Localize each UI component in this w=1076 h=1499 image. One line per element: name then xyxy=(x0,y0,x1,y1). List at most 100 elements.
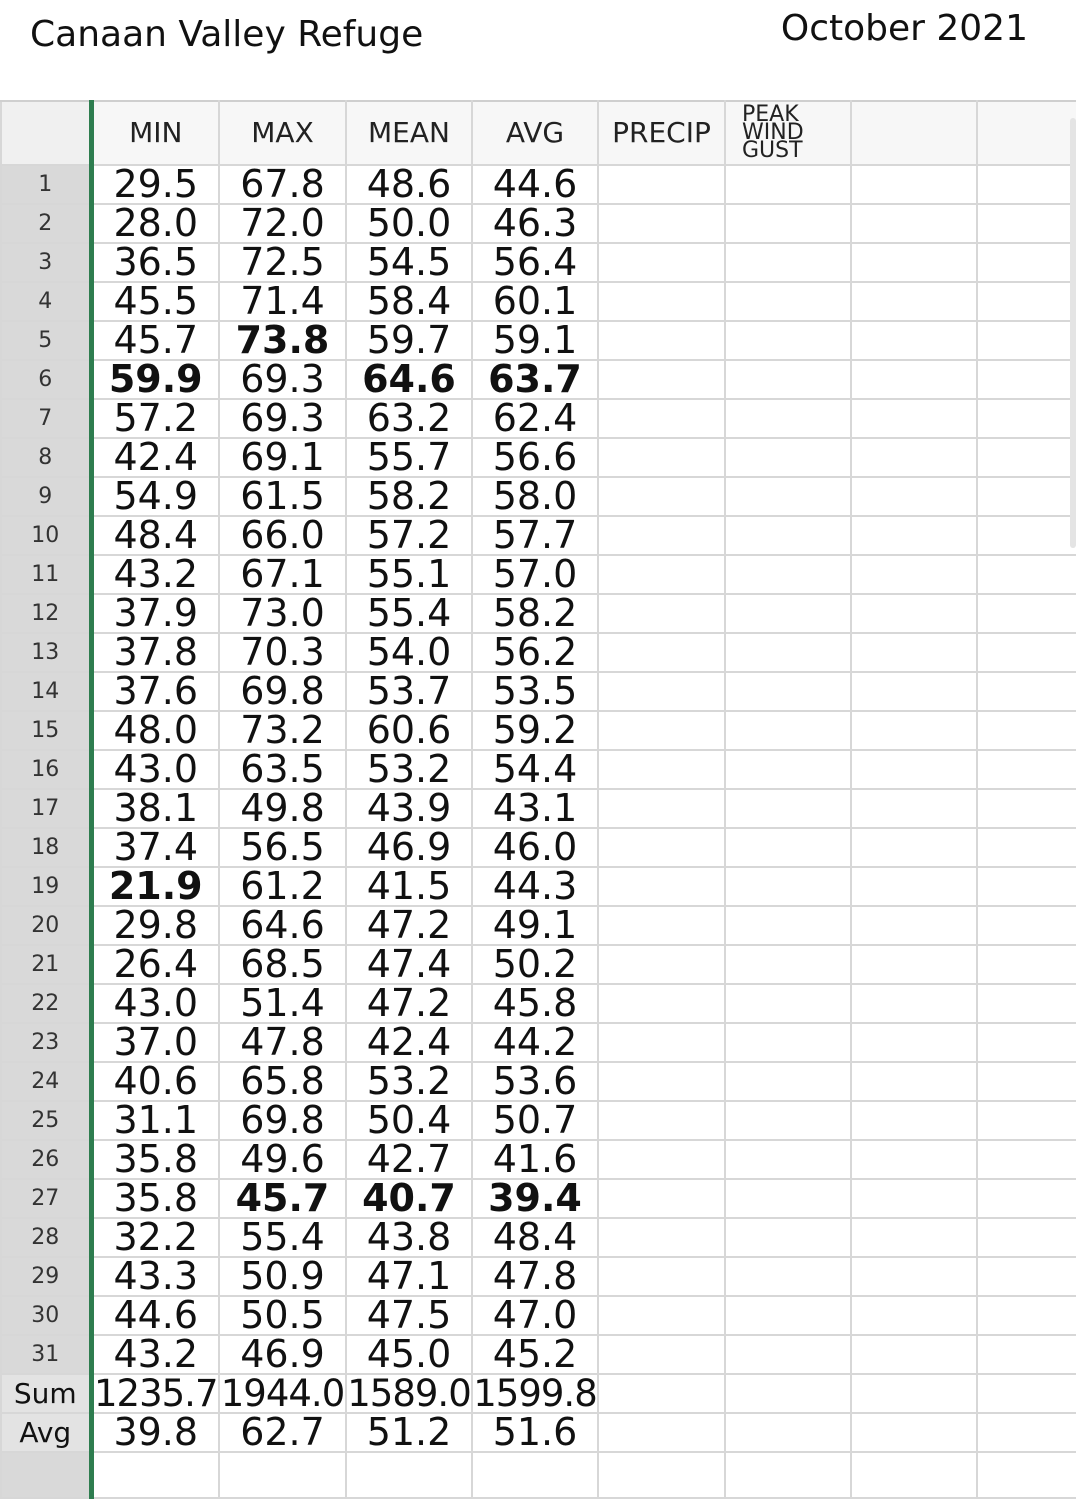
cell-mean[interactable]: 43.9 xyxy=(345,788,473,829)
empty-cell[interactable] xyxy=(597,359,726,400)
empty-cell[interactable] xyxy=(976,632,1076,673)
empty-cell[interactable] xyxy=(976,320,1076,361)
empty-cell[interactable] xyxy=(724,1217,852,1258)
row-number[interactable]: 18 xyxy=(0,827,94,868)
sum-mean[interactable]: 1589.0 xyxy=(345,1373,473,1414)
cell-min[interactable]: 35.8 xyxy=(90,1139,220,1180)
empty-cell[interactable] xyxy=(850,203,978,244)
cell-min[interactable]: 45.7 xyxy=(90,320,220,361)
empty-cell[interactable] xyxy=(976,476,1076,517)
cell-mean[interactable]: 46.9 xyxy=(345,827,473,868)
empty-cell[interactable] xyxy=(597,281,726,322)
cell-min[interactable]: 37.4 xyxy=(90,827,220,868)
row-number[interactable]: 5 xyxy=(0,320,94,361)
cell-avg[interactable]: 45.8 xyxy=(471,983,599,1024)
sum-max[interactable]: 1944.0 xyxy=(218,1373,347,1414)
empty-cell[interactable] xyxy=(976,1334,1076,1375)
cell-avg[interactable]: 57.7 xyxy=(471,515,599,556)
empty-cell[interactable] xyxy=(976,1139,1076,1180)
row-number[interactable]: 9 xyxy=(0,476,94,517)
cell-avg[interactable]: 44.6 xyxy=(471,164,599,205)
cell-min[interactable]: 44.6 xyxy=(90,1295,220,1336)
empty-cell[interactable] xyxy=(597,1022,726,1063)
cell-min[interactable]: 38.1 xyxy=(90,788,220,829)
cell-min[interactable]: 59.9 xyxy=(90,359,220,400)
empty-cell[interactable] xyxy=(850,476,978,517)
empty-cell[interactable] xyxy=(976,203,1076,244)
empty-cell[interactable] xyxy=(724,476,852,517)
cell-min[interactable]: 37.8 xyxy=(90,632,220,673)
empty-cell[interactable] xyxy=(724,1334,852,1375)
empty-cell[interactable] xyxy=(976,593,1076,634)
cell-min[interactable]: 43.0 xyxy=(90,983,220,1024)
cell-min[interactable]: 31.1 xyxy=(90,1100,220,1141)
empty-cell[interactable] xyxy=(597,866,726,907)
average-max[interactable]: 62.7 xyxy=(218,1412,347,1453)
empty-cell[interactable] xyxy=(850,788,978,829)
empty-cell[interactable] xyxy=(597,632,726,673)
cell-min[interactable]: 32.2 xyxy=(90,1217,220,1258)
empty-cell[interactable] xyxy=(597,905,726,946)
cell-max[interactable]: 69.3 xyxy=(218,359,347,400)
row-number[interactable]: 2 xyxy=(0,203,94,244)
sum-min[interactable]: 1235.7 xyxy=(90,1373,220,1414)
col-header-peak-wind-gust[interactable]: PEAK WIND GUST xyxy=(724,100,852,166)
cell-mean[interactable]: 57.2 xyxy=(345,515,473,556)
empty-cell[interactable] xyxy=(597,164,726,205)
col-header-max[interactable]: MAX xyxy=(218,100,347,166)
empty-cell[interactable] xyxy=(724,710,852,751)
empty-cell[interactable] xyxy=(976,866,1076,907)
empty-cell[interactable] xyxy=(976,1022,1076,1063)
cell-mean[interactable]: 53.2 xyxy=(345,1061,473,1102)
row-number[interactable]: 10 xyxy=(0,515,94,556)
empty-cell[interactable] xyxy=(850,749,978,790)
cell-mean[interactable]: 54.0 xyxy=(345,632,473,673)
empty-cell[interactable] xyxy=(597,476,726,517)
cell-mean[interactable]: 40.7 xyxy=(345,1178,473,1219)
col-header-mean[interactable]: MEAN xyxy=(345,100,473,166)
empty-cell[interactable] xyxy=(850,1295,978,1336)
cell-avg[interactable]: 54.4 xyxy=(471,749,599,790)
cell-avg[interactable]: 41.6 xyxy=(471,1139,599,1180)
cell-max[interactable]: 64.6 xyxy=(218,905,347,946)
cell-max[interactable]: 67.8 xyxy=(218,164,347,205)
empty-cell[interactable] xyxy=(597,203,726,244)
empty-cell[interactable] xyxy=(724,1061,852,1102)
cell-avg[interactable]: 56.6 xyxy=(471,437,599,478)
cell-max[interactable]: 70.3 xyxy=(218,632,347,673)
empty-cell[interactable] xyxy=(597,554,726,595)
empty-cell[interactable] xyxy=(724,1100,852,1141)
cell-min[interactable]: 45.5 xyxy=(90,281,220,322)
row-number[interactable]: 19 xyxy=(0,866,94,907)
empty-cell[interactable] xyxy=(976,788,1076,829)
cell-avg[interactable]: 46.0 xyxy=(471,827,599,868)
empty-cell[interactable] xyxy=(976,242,1076,283)
cell-mean[interactable]: 47.4 xyxy=(345,944,473,985)
empty-cell[interactable] xyxy=(597,1334,726,1375)
cell-max[interactable]: 65.8 xyxy=(218,1061,347,1102)
empty-cell[interactable] xyxy=(724,983,852,1024)
empty-cell[interactable] xyxy=(597,437,726,478)
cell-min[interactable]: 40.6 xyxy=(90,1061,220,1102)
row-number[interactable]: 27 xyxy=(0,1178,94,1219)
cell-avg[interactable]: 45.2 xyxy=(471,1334,599,1375)
empty-cell[interactable] xyxy=(724,1178,852,1219)
col-header-min[interactable]: MIN xyxy=(90,100,220,166)
cell-max[interactable]: 63.5 xyxy=(218,749,347,790)
empty-cell[interactable] xyxy=(976,710,1076,751)
empty-cell[interactable] xyxy=(976,1178,1076,1219)
empty-cell[interactable] xyxy=(976,1217,1076,1258)
cell-max[interactable]: 72.5 xyxy=(218,242,347,283)
corner-cell[interactable] xyxy=(0,100,94,166)
cell-max[interactable]: 55.4 xyxy=(218,1217,347,1258)
empty-cell[interactable] xyxy=(724,593,852,634)
empty-cell[interactable] xyxy=(724,281,852,322)
row-number[interactable]: 21 xyxy=(0,944,94,985)
row-number[interactable]: 1 xyxy=(0,164,94,205)
empty-cell[interactable] xyxy=(976,905,1076,946)
empty-cell[interactable] xyxy=(724,671,852,712)
empty-cell[interactable] xyxy=(976,1451,1076,1499)
empty-cell[interactable] xyxy=(850,593,978,634)
empty-cell[interactable] xyxy=(976,749,1076,790)
empty-cell[interactable] xyxy=(850,944,978,985)
